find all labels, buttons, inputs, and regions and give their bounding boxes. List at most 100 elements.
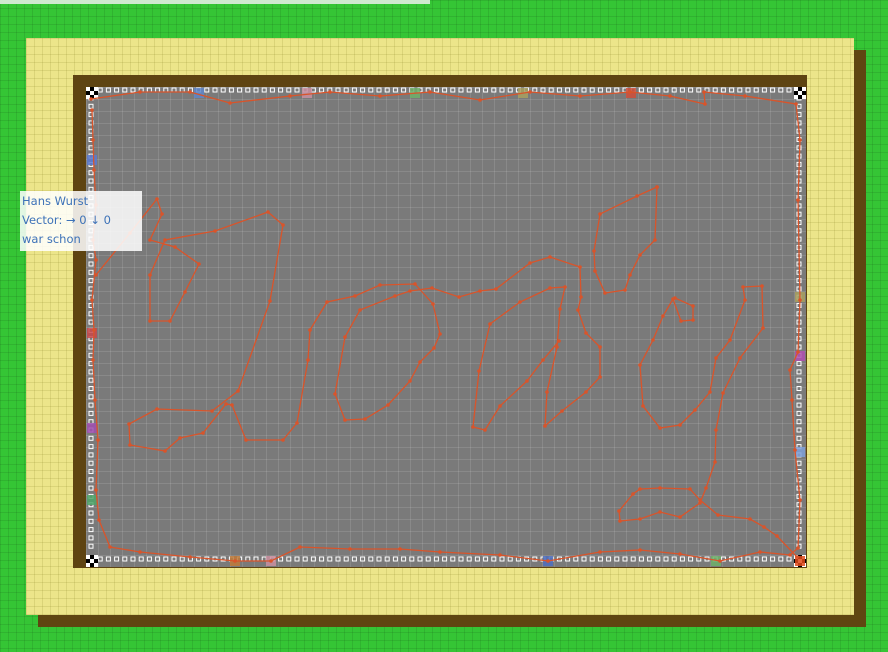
edge-dot — [540, 87, 546, 93]
flag-cell — [94, 559, 98, 563]
edge-dot — [97, 556, 103, 562]
edge-dot — [770, 87, 776, 93]
edge-dot — [105, 87, 111, 93]
edge-dot — [351, 87, 357, 93]
route-point-icon — [528, 261, 532, 265]
edge-dot — [507, 87, 513, 93]
edge-dot — [581, 556, 587, 562]
edge-dot — [796, 103, 802, 109]
edge-dot — [483, 556, 489, 562]
edge-dot — [88, 103, 94, 109]
edge-dot — [442, 556, 448, 562]
route-point-icon — [431, 302, 435, 306]
route-point-icon — [543, 424, 547, 428]
route-point-icon — [618, 519, 622, 523]
edge-dot — [88, 344, 94, 350]
edge-dot — [499, 556, 505, 562]
flag-cell — [802, 91, 806, 95]
edge-dot — [376, 556, 382, 562]
route-point-icon — [224, 402, 228, 406]
route-point-icon — [478, 98, 482, 102]
edge-dot — [450, 556, 456, 562]
route-point-icon — [658, 426, 662, 430]
route-point-icon — [651, 338, 655, 342]
flag-cell — [90, 563, 94, 567]
checkered-flag-icon — [86, 555, 98, 567]
route-point-icon — [691, 318, 695, 322]
edge-dot — [88, 145, 94, 151]
route-point-icon — [578, 94, 582, 98]
edge-dot — [237, 87, 243, 93]
route-point-icon — [598, 375, 602, 379]
edge-dot — [696, 87, 702, 93]
route-point-icon — [653, 238, 657, 242]
edge-dot — [442, 87, 448, 93]
flag-cell — [86, 87, 90, 91]
route-point-icon — [228, 101, 232, 105]
edge-dot — [565, 87, 571, 93]
edge-dot — [655, 556, 661, 562]
vector-y-arrow-icon: ↓ — [90, 213, 100, 227]
flag-cell — [86, 559, 90, 563]
edge-dot — [401, 87, 407, 93]
edge-dot — [499, 87, 505, 93]
edge-dot — [343, 556, 349, 562]
race-paths — [89, 90, 802, 563]
route-point-icon — [638, 363, 642, 367]
route-point-icon — [678, 423, 682, 427]
edge-dot — [532, 87, 538, 93]
edge-dot — [88, 535, 94, 541]
edge-dot — [171, 556, 177, 562]
route-point-icon — [413, 282, 417, 286]
route-point-icon — [716, 513, 720, 517]
flag-cell — [90, 87, 94, 91]
route-point-icon — [269, 559, 273, 563]
route-point-icon — [758, 550, 762, 554]
edge-dot — [796, 419, 802, 425]
edge-dot — [688, 87, 694, 93]
edge-dot — [786, 556, 792, 562]
edge-dot — [392, 87, 398, 93]
edge-dot — [630, 556, 636, 562]
car-marker-icon — [302, 88, 312, 98]
route-point-icon — [796, 198, 800, 202]
edge-dot — [556, 87, 562, 93]
race-route-line — [95, 197, 601, 452]
checkered-flag-icon — [86, 87, 98, 99]
edge-dot — [647, 556, 653, 562]
route-point-icon — [638, 253, 642, 257]
edge-dot — [212, 87, 218, 93]
route-point-icon — [658, 510, 662, 514]
edge-dot — [581, 87, 587, 93]
route-point-icon — [90, 298, 94, 302]
route-point-icon — [658, 486, 662, 490]
route-point-icon — [438, 332, 442, 336]
route-point-icon — [798, 138, 802, 142]
edge-dot — [130, 87, 136, 93]
edge-dot — [671, 556, 677, 562]
vector-x-arrow-icon: → — [65, 213, 76, 227]
route-point-icon — [163, 449, 167, 453]
edge-dot — [712, 87, 718, 93]
edge-dot — [597, 87, 603, 93]
route-point-icon — [268, 299, 272, 303]
route-point-icon — [96, 438, 100, 442]
route-point-icon — [593, 269, 597, 273]
flag-cell — [90, 91, 94, 95]
route-point-icon — [363, 417, 367, 421]
route-point-icon — [635, 194, 639, 198]
track-overlay[interactable] — [0, 0, 888, 652]
edge-dot — [597, 556, 603, 562]
route-point-icon — [108, 545, 112, 549]
route-point-icon — [281, 438, 285, 442]
edge-dot — [688, 556, 694, 562]
route-point-icon — [333, 392, 337, 396]
route-point-icon — [679, 319, 683, 323]
route-point-icon — [548, 255, 552, 259]
route-point-icon — [638, 517, 642, 521]
route-point-icon — [557, 339, 561, 343]
route-point-icon — [155, 197, 159, 201]
checkered-flag-icon — [794, 87, 806, 99]
edge-dot — [606, 556, 612, 562]
route-point-icon — [91, 358, 95, 362]
